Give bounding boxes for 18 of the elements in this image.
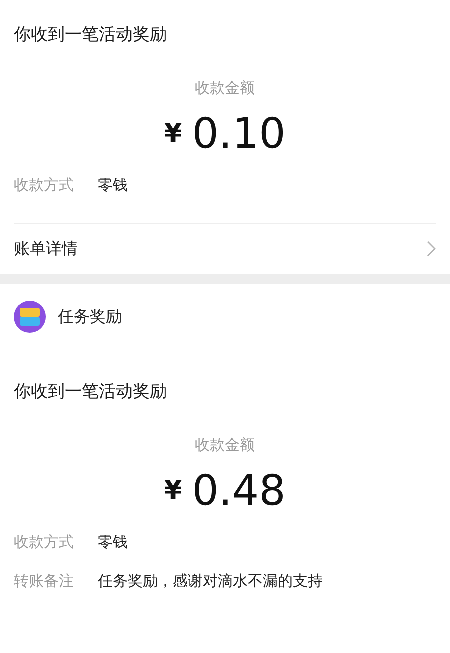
field-label: 转账备注: [14, 572, 74, 591]
amount-label: 收款金额: [194, 79, 256, 98]
currency-symbol: ¥: [164, 119, 182, 149]
amount-value: 0.48: [192, 467, 286, 515]
field-value: 零钱: [98, 533, 128, 552]
field-value: 任务奖励，感谢对滴水不漏的支持: [98, 572, 323, 591]
field-label: 收款方式: [14, 533, 74, 552]
field-label: 收款方式: [14, 176, 74, 195]
amount-label: 收款金额: [194, 436, 256, 455]
currency-symbol: ¥: [164, 476, 182, 506]
source-name: 任务奖励: [58, 306, 122, 328]
amount-value: 0.10: [192, 110, 286, 158]
message-title: 你收到一笔活动奖励: [14, 381, 168, 404]
chevron-right-icon: [427, 241, 436, 257]
field-value: 零钱: [98, 176, 128, 195]
message-title: 你收到一笔活动奖励: [14, 24, 168, 47]
bill-details-link[interactable]: 账单详情: [14, 223, 436, 274]
app-logo-icon: [14, 301, 46, 333]
